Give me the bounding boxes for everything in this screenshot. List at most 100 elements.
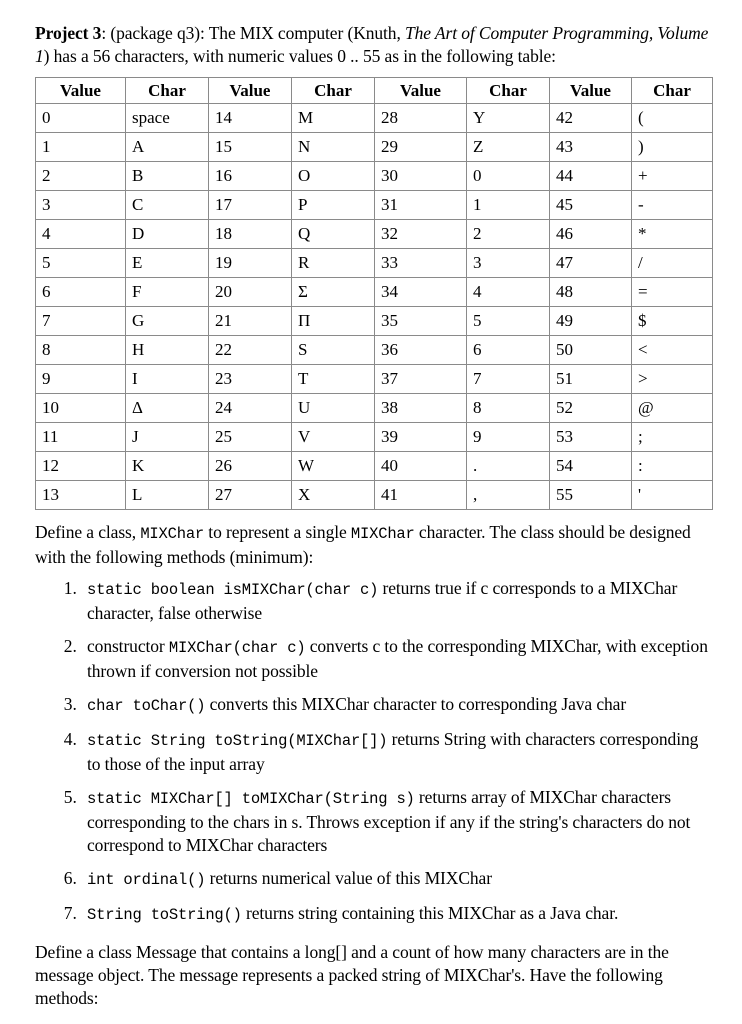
table-cell: 37 (374, 364, 467, 394)
table-cell: 45 (549, 190, 632, 220)
table-cell: 54 (549, 451, 632, 481)
table-cell: 11 (35, 422, 126, 452)
table-cell: 30 (374, 161, 467, 191)
table-cell: 41 (374, 480, 467, 510)
table-cell: = (631, 277, 713, 307)
table-cell: O (291, 161, 375, 191)
table-cell: 52 (549, 393, 632, 423)
table-header-cell: Value (208, 77, 292, 104)
table-row: 5 E 19 R 33 3 47/ (35, 248, 713, 278)
table-cell: Σ (291, 277, 375, 307)
define-class-paragraph: Define a class, MIXChar to represent a s… (35, 521, 712, 569)
table-header-cell: Value (374, 77, 467, 104)
define-text-1: Define a class, (35, 522, 141, 542)
table-cell: : (631, 451, 713, 481)
method-signature: char toChar() (87, 697, 206, 715)
table-cell: H (125, 335, 209, 365)
method-description: returns numerical value of this MIXChar (205, 868, 492, 888)
table-cell: 26 (208, 451, 292, 481)
table-cell: 29 (374, 132, 467, 162)
table-cell: K (125, 451, 209, 481)
table-row: 12 K 26 W 40. 54: (35, 451, 713, 481)
table-cell: L (125, 480, 209, 510)
table-cell: 27 (208, 480, 292, 510)
table-cell: Q (291, 219, 375, 249)
table-cell: 31 (374, 190, 467, 220)
table-cell: 4 (35, 219, 126, 249)
project-label: Project 3 (35, 23, 102, 43)
table-cell: / (631, 248, 713, 278)
table-cell: 42 (549, 103, 632, 133)
table-cell: 20 (208, 277, 292, 307)
table-cell: 36 (374, 335, 467, 365)
method-signature: static String toString(MIXChar[]) (87, 732, 388, 750)
table-cell: 8 (35, 335, 126, 365)
table-row: 1 A 15 N 29 Z 43) (35, 132, 713, 162)
intro-text-2: ) has a 56 characters, with numeric valu… (43, 46, 556, 66)
table-cell: space (125, 103, 209, 133)
table-cell: S (291, 335, 375, 365)
table-cell: 53 (549, 422, 632, 452)
table-cell: A (125, 132, 209, 162)
table-cell: 50 (549, 335, 632, 365)
method-list-item: int ordinal() returns numerical value of… (81, 867, 712, 892)
table-cell: 28 (374, 103, 467, 133)
table-cell: C (125, 190, 209, 220)
method-list-item: String toString() returns string contain… (81, 902, 712, 927)
table-row: 13 L 27 X 41, 55 ' (35, 480, 713, 510)
table-cell: 25 (208, 422, 292, 452)
table-row: 2 B 16 O 30 0 44 + (35, 161, 713, 191)
table-cell: , (466, 480, 550, 510)
table-cell: M (291, 103, 375, 133)
table-cell: N (291, 132, 375, 162)
table-cell: J (125, 422, 209, 452)
message-class-paragraph: Define a class Message that contains a l… (35, 942, 669, 1008)
define-code-2: MIXChar (350, 525, 415, 543)
table-cell: 12 (35, 451, 126, 481)
table-cell: ' (631, 480, 713, 510)
table-cell: 2 (35, 161, 126, 191)
table-header-cell: Value (35, 77, 126, 104)
table-cell: 6 (466, 335, 550, 365)
method-list-item: char toChar() converts this MIXChar char… (81, 693, 712, 718)
table-cell: 32 (374, 219, 467, 249)
table-row: 6 F 20 Σ 34 4 48 = (35, 277, 713, 307)
table-row: 3 C 17 P 31 1 45- (35, 190, 713, 220)
table-cell: 47 (549, 248, 632, 278)
table-cell: 48 (549, 277, 632, 307)
mix-character-table: Value Char Value Char Value Char Value Char 0 sp… (35, 77, 713, 510)
methods-list: static boolean isMIXChar(char c) returns… (35, 577, 712, 927)
method-signature: static MIXChar[] toMIXChar(String s) (87, 790, 415, 808)
table-cell: 5 (35, 248, 126, 278)
table-cell: 33 (374, 248, 467, 278)
table-cell: Y (466, 103, 550, 133)
table-cell: 7 (466, 364, 550, 394)
table-header-cell: Char (466, 77, 550, 104)
table-cell: 14 (208, 103, 292, 133)
table-cell: 24 (208, 393, 292, 423)
table-cell: 8 (466, 393, 550, 423)
table-cell: 0 (35, 103, 126, 133)
table-cell: 39 (374, 422, 467, 452)
method-prefix: constructor (87, 636, 169, 656)
define-text-2: to represent a single (204, 522, 351, 542)
table-cell: 7 (35, 306, 126, 336)
table-cell: 4 (466, 277, 550, 307)
table-cell: $ (631, 306, 713, 336)
table-cell: 9 (35, 364, 126, 394)
table-cell: 43 (549, 132, 632, 162)
table-cell: 3 (466, 248, 550, 278)
table-row: 11 J 25 V 39 9 53; (35, 422, 713, 452)
table-row: 8 H 22 S 36 6 50 < (35, 335, 713, 365)
table-row: 4 D 18 Q 32 2 46 * (35, 219, 713, 249)
table-cell: 1 (35, 132, 126, 162)
table-cell: . (466, 451, 550, 481)
table-cell: Δ (125, 393, 209, 423)
table-cell: 19 (208, 248, 292, 278)
table-cell: I (125, 364, 209, 394)
table-cell: V (291, 422, 375, 452)
table-cell: 0 (466, 161, 550, 191)
table-cell: X (291, 480, 375, 510)
method-list-item: static String toString(MIXChar[]) return… (81, 728, 712, 776)
table-header-cell: Value (549, 77, 632, 104)
